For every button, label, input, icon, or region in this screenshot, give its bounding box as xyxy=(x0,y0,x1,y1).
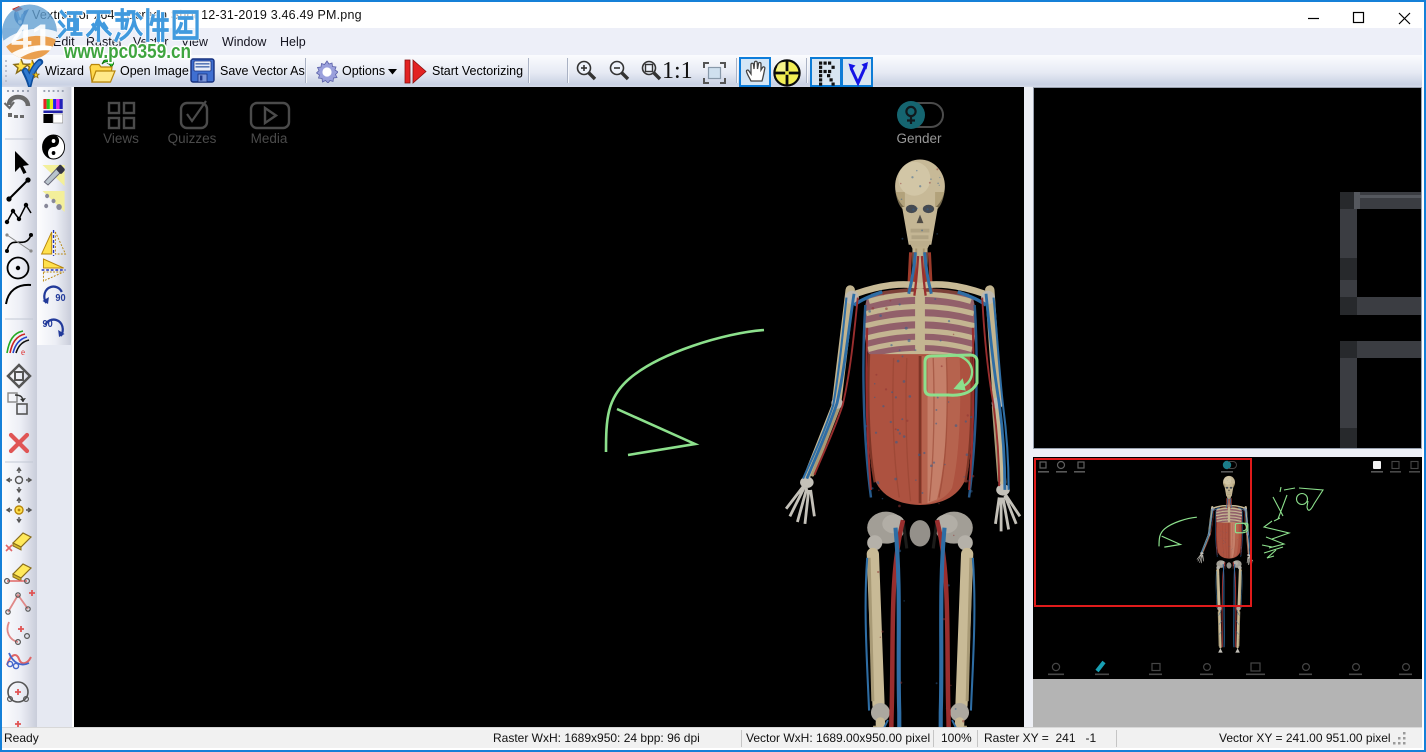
svg-text:Quizzes: Quizzes xyxy=(168,131,217,146)
svg-text:Media: Media xyxy=(251,131,288,146)
svg-text:Gender: Gender xyxy=(896,131,942,146)
svg-text:e: e xyxy=(21,347,25,357)
svg-text:90: 90 xyxy=(55,293,65,304)
svg-text:www.pc0359.cn: www.pc0359.cn xyxy=(63,41,191,63)
svg-text:41: 41 xyxy=(11,17,52,58)
svg-text:90: 90 xyxy=(43,319,53,330)
svg-text:Views: Views xyxy=(103,131,139,146)
